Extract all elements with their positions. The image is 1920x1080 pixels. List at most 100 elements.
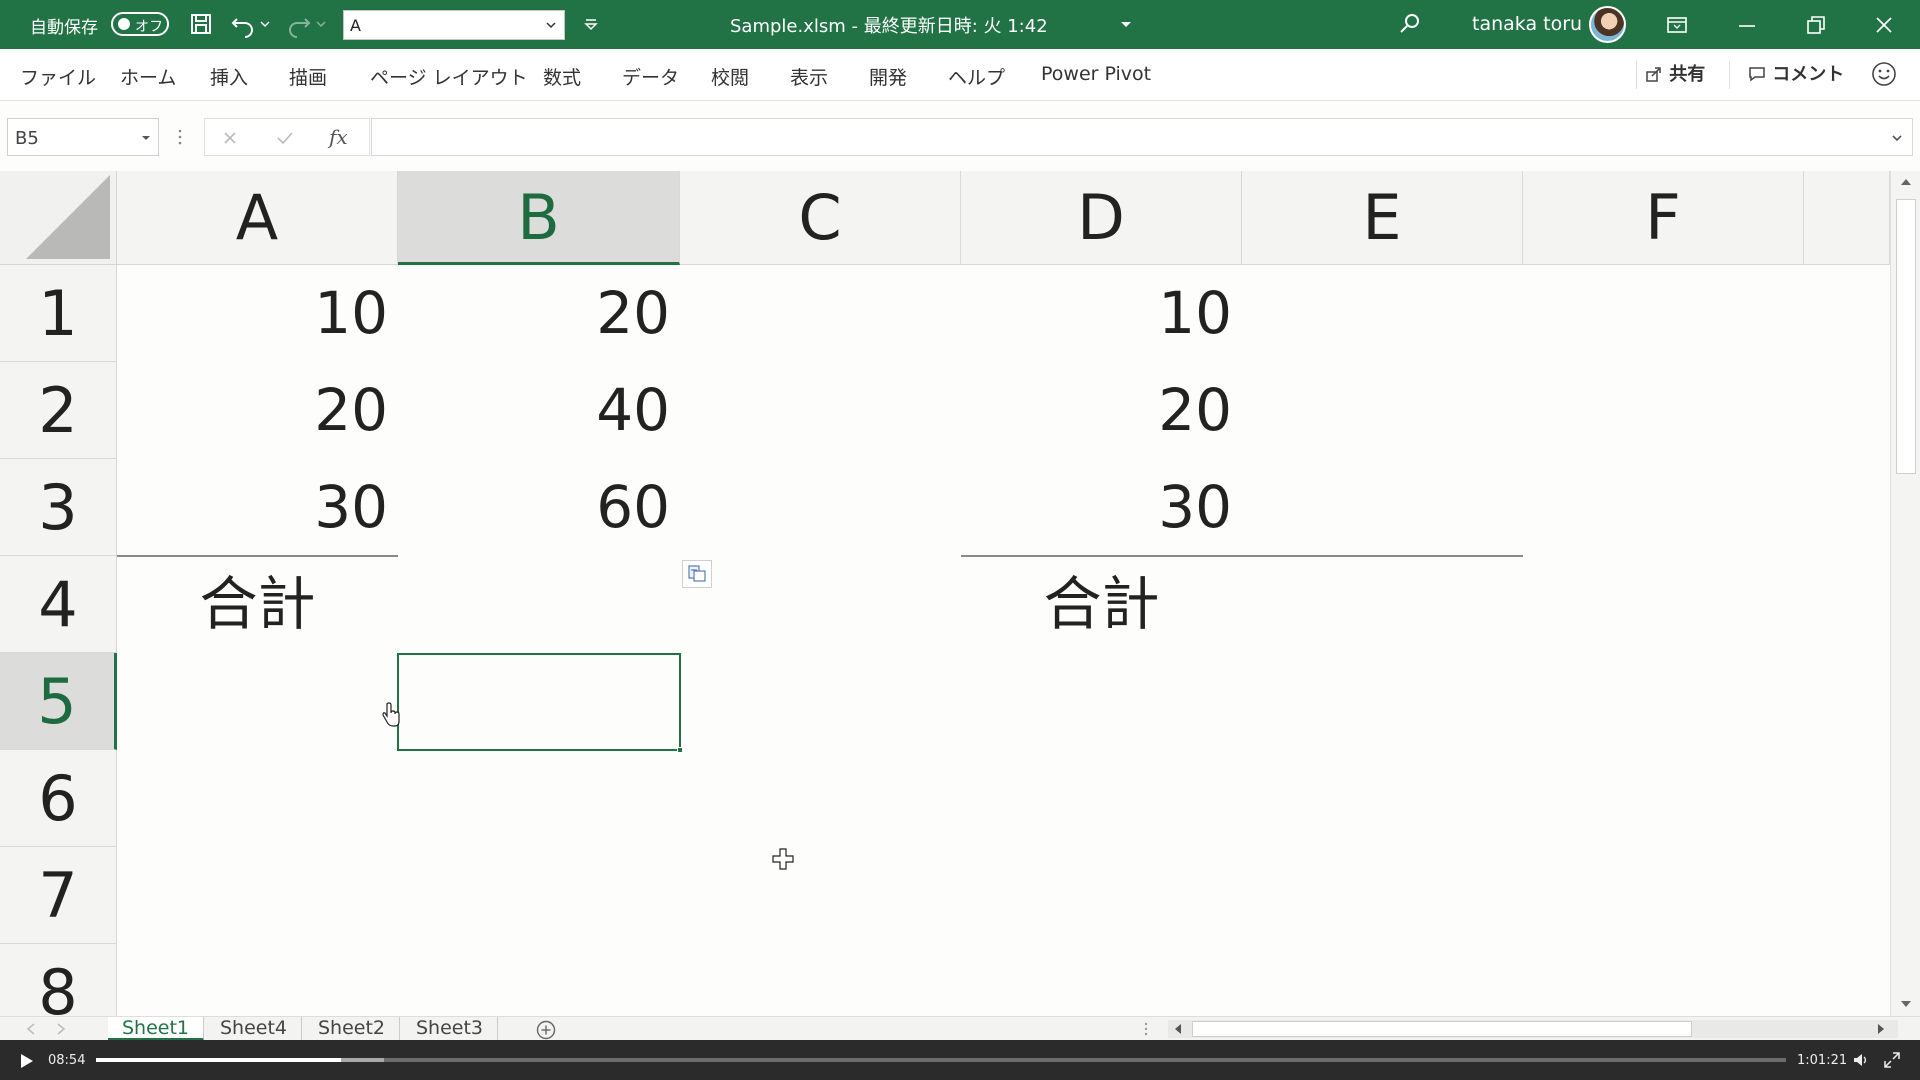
active-cell-b5[interactable] bbox=[397, 653, 683, 753]
tab-home[interactable]: ホーム bbox=[120, 63, 176, 90]
undo-icon[interactable] bbox=[229, 10, 257, 38]
restore-icon[interactable] bbox=[1803, 12, 1829, 38]
search-icon[interactable] bbox=[1396, 10, 1424, 38]
sheet-tab-sheet1[interactable]: Sheet1 bbox=[108, 1017, 205, 1041]
vertical-scrollbar[interactable] bbox=[1890, 171, 1920, 1016]
paste-options-button[interactable] bbox=[682, 560, 712, 588]
save-icon[interactable] bbox=[187, 10, 215, 38]
ribbon-divider bbox=[1636, 61, 1637, 89]
cell-a3[interactable]: 30 bbox=[117, 459, 398, 556]
avatar[interactable] bbox=[1589, 6, 1626, 43]
cell-a4[interactable]: 合計 bbox=[117, 556, 398, 653]
scroll-tabs-left-icon[interactable] bbox=[26, 1023, 36, 1035]
quick-access-input[interactable]: A bbox=[343, 10, 565, 40]
tab-view[interactable]: 表示 bbox=[790, 63, 828, 90]
chevron-down-icon[interactable] bbox=[543, 17, 559, 33]
column-header-f[interactable]: F bbox=[1523, 171, 1804, 265]
select-all-corner[interactable] bbox=[0, 171, 117, 265]
chevron-down-icon[interactable] bbox=[140, 132, 152, 144]
comment-label: コメント bbox=[1772, 64, 1845, 85]
feedback-smiley-icon[interactable] bbox=[1870, 60, 1898, 88]
column-header-next[interactable] bbox=[1804, 171, 1890, 265]
worksheet-grid[interactable]: A B C D E F 1 2 3 4 5 6 7 8 10 20 10 20 … bbox=[0, 171, 1890, 1016]
row-header-2[interactable]: 2 bbox=[0, 362, 117, 459]
select-all-triangle-icon bbox=[26, 175, 110, 259]
scroll-tabs-right-icon[interactable] bbox=[56, 1023, 66, 1035]
more-options-icon[interactable] bbox=[176, 127, 184, 147]
sheet-tab-sheet2[interactable]: Sheet2 bbox=[304, 1017, 401, 1041]
tab-insert[interactable]: 挿入 bbox=[210, 63, 248, 90]
user-name[interactable]: tanaka toru bbox=[1472, 13, 1582, 35]
cell-d2[interactable]: 20 bbox=[961, 362, 1242, 459]
horizontal-scroll-thumb[interactable] bbox=[1192, 1021, 1692, 1037]
customize-toolbar-icon[interactable] bbox=[580, 10, 602, 38]
close-icon[interactable] bbox=[1871, 12, 1897, 38]
scroll-left-icon[interactable] bbox=[1173, 1023, 1183, 1035]
enter-check-icon[interactable] bbox=[275, 129, 295, 147]
sheet-tab-sheet4[interactable]: Sheet4 bbox=[206, 1017, 303, 1041]
minimize-icon[interactable] bbox=[1734, 12, 1760, 38]
row-header-4[interactable]: 4 bbox=[0, 556, 117, 653]
volume-icon[interactable] bbox=[1852, 1051, 1870, 1069]
redo-icon[interactable] bbox=[285, 10, 313, 38]
add-sheet-icon[interactable] bbox=[535, 1019, 557, 1041]
scroll-down-icon[interactable] bbox=[1900, 999, 1912, 1009]
vertical-scroll-thumb[interactable] bbox=[1896, 199, 1916, 474]
tab-review[interactable]: 校閲 bbox=[711, 63, 749, 90]
insert-function-button[interactable]: fx bbox=[329, 125, 348, 149]
row-header-3[interactable]: 3 bbox=[0, 459, 117, 556]
title-dropdown-icon[interactable] bbox=[1118, 10, 1134, 38]
comment-button[interactable]: コメント bbox=[1748, 60, 1844, 90]
tab-power-pivot[interactable]: Power Pivot bbox=[1041, 63, 1151, 85]
tab-data[interactable]: データ bbox=[622, 63, 679, 90]
row-header-7[interactable]: 7 bbox=[0, 847, 117, 944]
cell-d3[interactable]: 30 bbox=[961, 459, 1242, 556]
row-header-1[interactable]: 1 bbox=[0, 265, 117, 362]
autosave-toggle[interactable]: オフ bbox=[111, 12, 169, 36]
name-box[interactable]: B5 bbox=[7, 118, 159, 156]
tab-help[interactable]: ヘルプ bbox=[948, 63, 1005, 90]
cell-b3[interactable]: 60 bbox=[398, 459, 680, 556]
tab-formulas[interactable]: 数式 bbox=[543, 63, 581, 90]
autosave-label: 自動保存 bbox=[30, 18, 98, 38]
redo-dropdown-icon[interactable] bbox=[314, 10, 328, 38]
cell-a1[interactable]: 10 bbox=[117, 265, 398, 362]
cancel-icon[interactable] bbox=[221, 129, 239, 147]
cell-a2[interactable]: 20 bbox=[117, 362, 398, 459]
cell-d4[interactable]: 合計 bbox=[961, 556, 1242, 653]
formula-input[interactable] bbox=[371, 118, 1913, 156]
tab-file[interactable]: ファイル bbox=[20, 63, 96, 90]
undo-dropdown-icon[interactable] bbox=[258, 10, 272, 38]
formula-buttons: fx bbox=[204, 118, 370, 156]
cell-b2[interactable]: 40 bbox=[398, 362, 680, 459]
play-icon[interactable] bbox=[17, 1052, 35, 1070]
row-header-8[interactable]: 8 bbox=[0, 944, 117, 1016]
paste-options-icon bbox=[688, 565, 706, 582]
fullscreen-icon[interactable] bbox=[1883, 1051, 1901, 1069]
share-label: 共有 bbox=[1669, 64, 1706, 85]
column-header-e[interactable]: E bbox=[1242, 171, 1523, 265]
tab-page-layout[interactable]: ページ レイアウト bbox=[370, 63, 528, 90]
column-header-d[interactable]: D bbox=[961, 171, 1242, 265]
ribbon-display-options-icon[interactable] bbox=[1664, 12, 1690, 38]
scroll-up-icon[interactable] bbox=[1900, 177, 1912, 187]
splitter-icon[interactable] bbox=[1143, 1021, 1149, 1037]
title-bar: 自動保存 オフ A Sample.xlsm - 最終更新日時: 火 1:42 t… bbox=[0, 0, 1920, 49]
tab-developer[interactable]: 開発 bbox=[869, 63, 907, 90]
scroll-right-icon[interactable] bbox=[1876, 1023, 1886, 1035]
document-title[interactable]: Sample.xlsm - 最終更新日時: 火 1:42 bbox=[730, 12, 1048, 38]
cell-b1[interactable]: 20 bbox=[398, 265, 680, 362]
expand-formula-bar-icon[interactable] bbox=[1890, 131, 1904, 145]
column-header-b[interactable]: B bbox=[398, 171, 680, 265]
column-header-a[interactable]: A bbox=[117, 171, 398, 265]
share-button[interactable]: 共有 bbox=[1645, 60, 1705, 90]
row-header-5[interactable]: 5 bbox=[0, 653, 117, 750]
fill-handle[interactable] bbox=[677, 747, 683, 753]
row-header-6[interactable]: 6 bbox=[0, 750, 117, 847]
column-header-c[interactable]: C bbox=[680, 171, 961, 265]
cell-bottom-border bbox=[117, 555, 398, 557]
sheet-tab-sheet3[interactable]: Sheet3 bbox=[402, 1017, 499, 1041]
cell-d1[interactable]: 10 bbox=[961, 265, 1242, 362]
tab-draw[interactable]: 描画 bbox=[289, 63, 327, 90]
horizontal-scrollbar[interactable] bbox=[1168, 1020, 1898, 1038]
